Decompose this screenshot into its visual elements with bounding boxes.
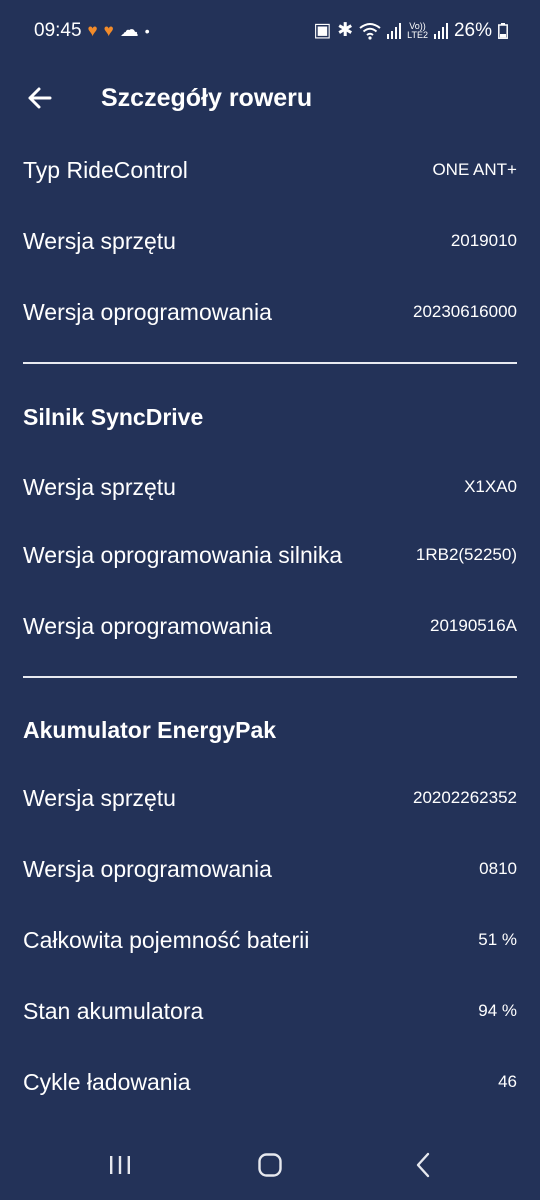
ridecontrol-firmware-row: Wersja oprogramowania 20230616000 bbox=[23, 292, 517, 332]
cloud-icon: ☁ bbox=[119, 20, 139, 41]
bluetooth-icon: ✱ bbox=[337, 20, 354, 41]
row-value: 51 % bbox=[478, 930, 517, 949]
battery-hardware-row: Wersja sprzętu 20202262352 bbox=[23, 778, 517, 818]
row-label: Całkowita pojemność baterii bbox=[23, 926, 310, 953]
recent-apps-button[interactable] bbox=[100, 1148, 140, 1182]
status-left: 09:45 ♥ ♥ ☁ • bbox=[34, 19, 150, 42]
page-title: Szczegóły roweru bbox=[101, 84, 313, 112]
app-bar: Szczegóły roweru bbox=[0, 60, 540, 140]
row-value: 20230616000 bbox=[412, 302, 517, 321]
more-notifications-icon: • bbox=[144, 22, 150, 39]
chevron-left-icon bbox=[416, 1152, 430, 1178]
row-value: 46 bbox=[498, 1072, 517, 1091]
status-time: 09:45 bbox=[34, 19, 82, 41]
motor-section-title: Silnik SyncDrive bbox=[23, 404, 204, 430]
row-label: Typ RideControl bbox=[23, 156, 188, 183]
arrow-back-icon bbox=[28, 87, 52, 109]
row-label: Wersja oprogramowania bbox=[23, 612, 272, 639]
back-button[interactable] bbox=[22, 80, 58, 116]
signal-icon bbox=[387, 22, 402, 39]
row-label: Wersja sprzętu bbox=[23, 227, 176, 254]
battery-capacity-row: Całkowita pojemność baterii 51 % bbox=[23, 920, 517, 960]
wifi-icon bbox=[359, 22, 381, 40]
section-divider bbox=[23, 676, 517, 678]
row-value: 0810 bbox=[479, 859, 517, 878]
signal-icon-2 bbox=[433, 22, 448, 39]
row-label: Wersja sprzętu bbox=[23, 473, 176, 500]
battery-percent: 26% bbox=[453, 19, 492, 41]
battery-firmware-row: Wersja oprogramowania 0810 bbox=[23, 849, 517, 889]
app-notification-icon-2: ♥ bbox=[103, 20, 114, 40]
row-value: 94 % bbox=[478, 1001, 517, 1020]
ridecontrol-type-row: Typ RideControl ONE ANT+ bbox=[23, 150, 517, 190]
row-value: 1RB2(52250) bbox=[415, 545, 517, 564]
motor-firmware-row: Wersja oprogramowania 20190516A bbox=[23, 606, 517, 646]
row-label: Wersja oprogramowania bbox=[23, 855, 272, 882]
volte-icon: Vo)) LTE2 bbox=[407, 21, 428, 40]
row-label: Wersja oprogramowania bbox=[23, 298, 272, 325]
home-icon bbox=[258, 1153, 282, 1177]
row-label: Wersja sprzętu bbox=[23, 784, 176, 811]
battery-saver-icon: ▣ bbox=[313, 20, 332, 41]
back-nav-button[interactable] bbox=[403, 1148, 443, 1182]
battery-cycles-row: Cykle ładowania 46 bbox=[23, 1062, 517, 1102]
row-label: Cykle ładowania bbox=[23, 1068, 191, 1095]
row-value: X1XA0 bbox=[464, 477, 517, 496]
motor-software-row: Wersja oprogramowania silnika 1RB2(52250… bbox=[23, 535, 517, 575]
recent-apps-icon bbox=[110, 1156, 130, 1174]
battery-health-row: Stan akumulatora 94 % bbox=[23, 991, 517, 1031]
status-bar: 09:45 ♥ ♥ ☁ • ▣ ✱ Vo)) LTE2 26% bbox=[0, 0, 540, 60]
status-right: ▣ ✱ Vo)) LTE2 26% bbox=[313, 19, 508, 42]
ridecontrol-hardware-row: Wersja sprzętu 2019010 bbox=[23, 221, 517, 261]
volte-bottom: LTE2 bbox=[407, 29, 428, 40]
row-value: 2019010 bbox=[450, 231, 517, 250]
motor-hardware-row: Wersja sprzętu X1XA0 bbox=[23, 467, 517, 507]
row-label: Stan akumulatora bbox=[23, 997, 204, 1024]
details-list[interactable]: Typ RideControl ONE ANT+ Wersja sprzętu … bbox=[0, 140, 540, 1130]
row-value: ONE ANT+ bbox=[432, 160, 517, 179]
row-value: 20202262352 bbox=[412, 788, 517, 807]
app-notification-icon: ♥ bbox=[87, 20, 98, 40]
system-nav-bar bbox=[0, 1130, 540, 1200]
home-button[interactable] bbox=[250, 1148, 290, 1182]
battery-section-title: Akumulator EnergyPak bbox=[23, 717, 277, 743]
section-divider bbox=[23, 362, 517, 364]
row-value: 20190516A bbox=[430, 616, 517, 635]
row-label: Wersja oprogramowania silnika bbox=[23, 541, 343, 568]
battery-icon bbox=[498, 22, 508, 39]
